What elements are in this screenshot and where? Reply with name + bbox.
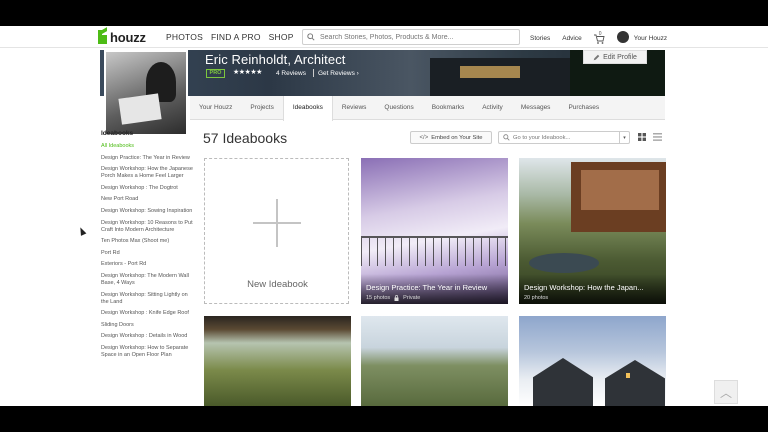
cart-icon[interactable]: 0 bbox=[593, 30, 605, 44]
tab-messages[interactable]: Messages bbox=[512, 96, 560, 119]
sidebar-item[interactable]: Ten Photos Max (Shoot me) bbox=[101, 238, 193, 245]
sidebar-item[interactable]: Exteriors - Port Rd bbox=[101, 261, 193, 268]
edit-profile-label: Edit Profile bbox=[603, 53, 637, 61]
lock-icon bbox=[394, 295, 399, 301]
reviews-link[interactable]: 4 Reviews bbox=[276, 70, 306, 77]
ideabook-card[interactable] bbox=[519, 316, 666, 406]
tab-your-houzz[interactable]: Your Houzz bbox=[190, 96, 241, 119]
tab-activity[interactable]: Activity bbox=[473, 96, 512, 119]
ideabook-card[interactable] bbox=[361, 316, 508, 406]
sidebar-item[interactable]: New Port Road bbox=[101, 196, 193, 203]
pro-badge: PRO bbox=[206, 69, 225, 78]
new-ideabook-card[interactable]: New Ideabook bbox=[204, 158, 349, 304]
sidebar-item[interactable]: Design Workshop: How to Separate Space i… bbox=[101, 345, 193, 359]
sidebar-item[interactable]: Design Workshop : The Dogtrot bbox=[101, 185, 193, 192]
nav-photos[interactable]: PHOTOS bbox=[166, 32, 203, 42]
rating-stars: ★★★★★ bbox=[233, 69, 262, 76]
privacy-label: Private bbox=[403, 295, 421, 301]
browser-page: houzz PHOTOS FIND A PRO SHOP Stories Adv… bbox=[0, 26, 768, 406]
code-icon: </> bbox=[419, 134, 429, 141]
your-houzz-link[interactable]: Your Houzz bbox=[634, 35, 667, 42]
get-reviews-link[interactable]: Get Reviews › bbox=[318, 70, 359, 77]
houzz-logo[interactable]: houzz bbox=[98, 27, 146, 45]
profile-name: Eric Reinholdt, Architect bbox=[205, 52, 346, 67]
tab-bookmarks[interactable]: Bookmarks bbox=[423, 96, 474, 119]
nav-shop[interactable]: SHOP bbox=[269, 32, 294, 42]
site-search[interactable] bbox=[302, 29, 520, 45]
sidebar-heading: Ideabooks bbox=[101, 130, 134, 137]
ideabook-card[interactable]: Design Workshop: How the Japan... 20 pho… bbox=[519, 158, 666, 304]
ideabook-card[interactable] bbox=[204, 316, 351, 406]
ideabook-meta: 15 photos Private bbox=[366, 295, 420, 301]
edit-profile-button[interactable]: Edit Profile bbox=[583, 50, 647, 64]
sidebar-item[interactable]: Design Workshop : Knife Edge Roof bbox=[101, 310, 193, 317]
scroll-to-top-button[interactable]: ︿ bbox=[714, 380, 738, 404]
tab-questions[interactable]: Questions bbox=[375, 96, 422, 119]
ideabook-title: Design Workshop: How the Japan... bbox=[524, 283, 644, 292]
sidebar-item[interactable]: Design Workshop: Sitting Lightly on the … bbox=[101, 292, 193, 306]
page-title: 57 Ideabooks bbox=[203, 130, 288, 146]
profile-tabs: Your Houzz Projects Ideabooks Reviews Qu… bbox=[190, 96, 665, 121]
embed-button[interactable]: </> Embed on Your Site bbox=[410, 131, 492, 144]
pencil-icon bbox=[593, 54, 600, 60]
sidebar-item[interactable]: Design Workshop: The Modern Wall Base, 4… bbox=[101, 273, 193, 287]
tab-reviews[interactable]: Reviews bbox=[333, 96, 376, 119]
new-ideabook-label: New Ideabook bbox=[247, 279, 308, 290]
tab-purchases[interactable]: Purchases bbox=[559, 96, 608, 119]
list-view-icon[interactable] bbox=[653, 133, 662, 141]
cart-count: 0 bbox=[598, 30, 602, 37]
sidebar-item[interactable]: Design Workshop: How the Japanese Porch … bbox=[101, 166, 193, 180]
tab-projects[interactable]: Projects bbox=[241, 96, 282, 119]
ideabook-select-placeholder: Go to your Ideabook... bbox=[513, 134, 571, 141]
search-icon bbox=[307, 33, 315, 41]
logo-text: houzz bbox=[110, 29, 146, 45]
chevron-up-icon: ︿ bbox=[719, 385, 732, 400]
sidebar-item[interactable]: All Ideabooks bbox=[101, 143, 193, 150]
nav-stories[interactable]: Stories bbox=[530, 35, 550, 42]
sidebar-item[interactable]: Design Workshop : Details in Wood bbox=[101, 333, 193, 340]
grid-view-icon[interactable] bbox=[638, 133, 646, 141]
ideabook-card[interactable]: Design Practice: The Year in Review 15 p… bbox=[361, 158, 508, 304]
sidebar-item[interactable]: Design Practice: The Year in Review bbox=[101, 155, 193, 162]
houzz-logo-icon bbox=[98, 27, 107, 44]
ideabook-select[interactable]: Go to your Ideabook... ▾ bbox=[498, 131, 630, 144]
mouse-cursor-icon bbox=[77, 226, 87, 236]
top-navigation: houzz PHOTOS FIND A PRO SHOP Stories Adv… bbox=[0, 26, 768, 48]
user-avatar[interactable] bbox=[616, 31, 629, 43]
sidebar-item[interactable]: Port Rd bbox=[101, 250, 193, 257]
photo-count: 20 photos bbox=[524, 295, 549, 301]
nav-find-a-pro[interactable]: FIND A PRO bbox=[211, 32, 261, 42]
sidebar-item[interactable]: Sliding Doors bbox=[101, 322, 193, 329]
divider bbox=[313, 69, 314, 77]
tab-ideabooks[interactable]: Ideabooks bbox=[282, 96, 333, 121]
ideabooks-sidebar: Ideabooks All Ideabooks Design Practice:… bbox=[101, 130, 193, 364]
photo-count: 15 photos bbox=[366, 295, 391, 301]
nav-advice[interactable]: Advice bbox=[562, 35, 582, 42]
ideabook-meta: 20 photos bbox=[524, 295, 548, 301]
search-icon bbox=[503, 134, 510, 141]
right-nav: Stories Advice 0 Your Houzz bbox=[530, 30, 667, 44]
search-input[interactable] bbox=[320, 33, 510, 41]
sidebar-item[interactable]: Design Workshop: Sowing Inspiration bbox=[101, 208, 193, 215]
sidebar-item[interactable]: Design Workshop: 10 Reasons to Put Craft… bbox=[101, 220, 193, 234]
ideabook-title: Design Practice: The Year in Review bbox=[366, 283, 488, 292]
chevron-down-icon: ▾ bbox=[619, 132, 629, 143]
main-nav-links: PHOTOS FIND A PRO SHOP bbox=[166, 32, 294, 42]
embed-label: Embed on Your Site bbox=[431, 134, 483, 141]
profile-photo[interactable] bbox=[104, 50, 188, 136]
